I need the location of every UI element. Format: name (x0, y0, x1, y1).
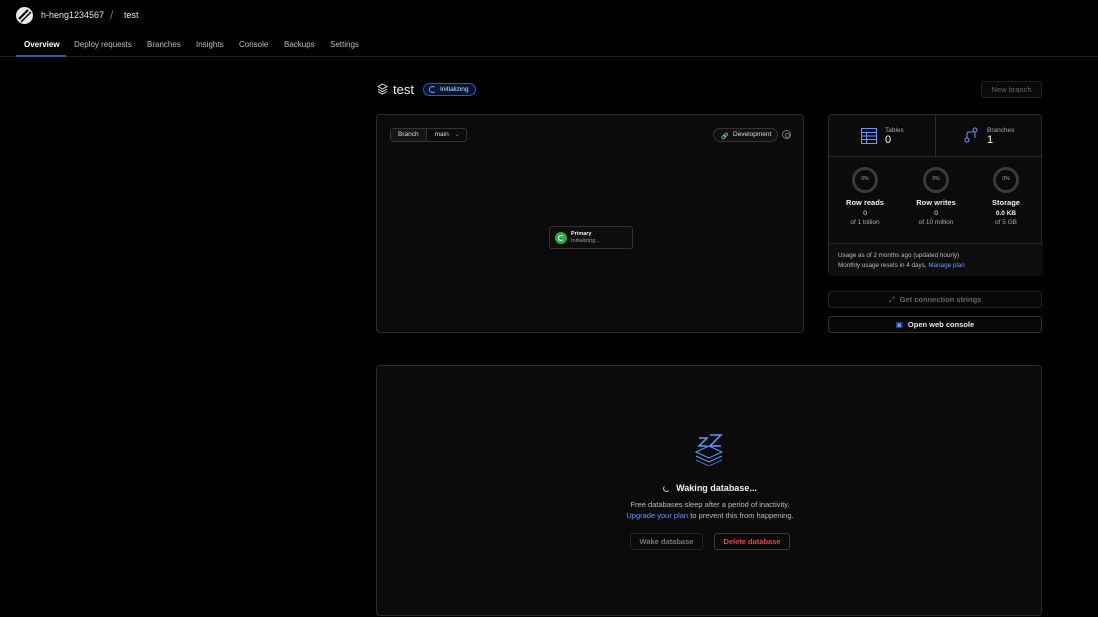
tab-console[interactable]: Console (239, 40, 268, 49)
node-name: Primary (571, 231, 592, 237)
table-icon (861, 128, 877, 144)
active-tab-underline (16, 55, 66, 57)
branches-stat[interactable]: Branches 1 (936, 115, 1043, 157)
expand-icon: ⤢ (888, 295, 895, 304)
loading-spinner-icon (429, 86, 436, 93)
storage-limit: of 5 GB (994, 219, 1018, 226)
storage-usage: 0% Storage 0.0 KB of 5 GB (971, 167, 1041, 226)
row-writes-ring: 0% (923, 167, 949, 193)
row-writes-value: 0 (934, 210, 938, 217)
waking-title: Waking database... (377, 483, 1043, 493)
status-badge-label: Initializing (440, 86, 469, 93)
sleep-description: Free databases sleep after a period of i… (377, 499, 1043, 521)
get-connection-strings-button[interactable]: ⤢ Get connection strings (828, 291, 1042, 308)
usage-updated-text: Usage as of 2 months ago (updated hourly… (838, 252, 960, 259)
node-status-icon (555, 232, 567, 244)
storage-value: 0.0 KB (995, 210, 1017, 217)
sleeping-database-panel: Waking database... Free databases sleep … (376, 365, 1042, 616)
row-reads-title: Row reads (846, 198, 884, 207)
loading-spinner-icon (663, 485, 671, 492)
tab-overview[interactable]: Overview (24, 40, 60, 49)
breadcrumb-separator: / (110, 8, 114, 22)
row-reads-limit: of 1 billion (850, 219, 880, 226)
sleep-line-1: Free databases sleep after a period of i… (630, 500, 790, 509)
nav-tabs: Overview Deploy requests Branches Insigh… (0, 32, 1098, 57)
tab-deploy-requests[interactable]: Deploy requests (74, 40, 132, 49)
link-icon: 🔗 (721, 134, 729, 140)
tables-stat[interactable]: Tables 0 (829, 115, 936, 157)
database-name-link[interactable]: test (124, 10, 139, 20)
manage-plan-link[interactable]: Manage plan (928, 262, 964, 269)
wake-database-button[interactable]: Wake database (630, 533, 703, 550)
top-bar: h-heng1234567 / test (0, 0, 1098, 32)
node-status: Initializing... (571, 238, 600, 244)
row-writes-usage: 0% Row writes 0 of 10 million (901, 167, 971, 226)
tables-label: Tables (885, 127, 904, 134)
row-writes-limit: of 10 million (918, 219, 954, 226)
branch-dropdown-value: main (434, 131, 449, 138)
row-writes-title: Row writes (916, 198, 956, 207)
tables-value: 0 (885, 134, 892, 146)
org-name-link[interactable]: h-heng1234567 (41, 10, 104, 20)
usage-reset-text: Monthly usage resets in 4 days. (838, 262, 927, 269)
storage-title: Storage (992, 198, 1020, 207)
new-branch-button[interactable]: New branch (981, 81, 1042, 98)
branch-map-panel: Branch main ⌄ 🔗 Development Primary Init… (376, 114, 804, 333)
environment-badge[interactable]: 🔗 Development (713, 128, 779, 142)
branch-dropdown[interactable]: main ⌄ (427, 129, 466, 141)
branch-selector[interactable]: Branch main ⌄ (390, 128, 467, 142)
row-reads-usage: 0% Row reads 0 of 1 billion (830, 167, 900, 226)
row-reads-value: 0 (863, 210, 867, 217)
tab-settings[interactable]: Settings (330, 40, 359, 49)
page-title: test (393, 82, 414, 97)
tab-insights[interactable]: Insights (196, 40, 224, 49)
storage-ring: 0% (993, 167, 1019, 193)
chevron-down-icon: ⌄ (454, 132, 460, 138)
open-web-console-button[interactable]: ▣ Open web console (828, 316, 1042, 333)
upgrade-plan-link[interactable]: Upgrade your plan (626, 511, 688, 520)
planetscale-logo-icon[interactable] (16, 7, 33, 24)
branches-value: 1 (987, 134, 994, 146)
primary-node[interactable]: Primary Initializing... (549, 226, 633, 249)
environment-label: Development (733, 131, 772, 138)
terminal-icon: ▣ (895, 320, 903, 329)
branches-label: Branches (987, 127, 1015, 134)
sleep-zzz-icon (695, 434, 724, 466)
tab-branches[interactable]: Branches (147, 40, 181, 49)
tab-backups[interactable]: Backups (284, 40, 315, 49)
stats-panel: Tables 0 Branches 1 0% Row reads 0 of 1 … (828, 114, 1043, 276)
usage-footer: Usage as of 2 months ago (updated hourly… (829, 243, 1043, 276)
gear-icon[interactable] (782, 130, 791, 139)
sleep-line-2: to prevent this from happening. (690, 511, 794, 520)
branch-selector-label: Branch (391, 129, 427, 141)
status-badge: Initializing (423, 83, 476, 96)
branch-icon (964, 127, 978, 143)
database-stack-icon (377, 83, 388, 95)
delete-database-button[interactable]: Delete database (714, 533, 790, 550)
row-reads-ring: 0% (852, 167, 878, 193)
